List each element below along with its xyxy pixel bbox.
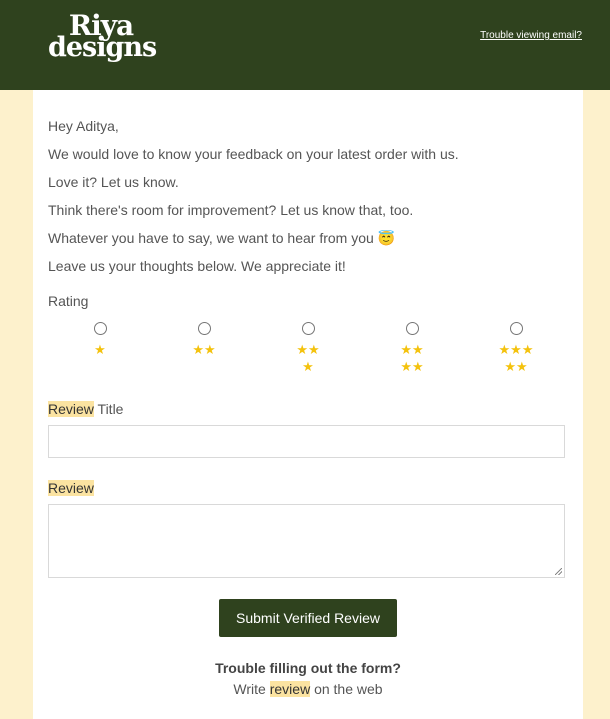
- star-icon-group: ★★: [192, 342, 216, 357]
- email-header: Riya designs Trouble viewing email?: [0, 0, 610, 90]
- rating-radio-3[interactable]: [301, 322, 315, 335]
- review-title-label: Review Title: [48, 401, 123, 417]
- trouble-viewing-link[interactable]: Trouble viewing email?: [480, 30, 582, 41]
- rating-option-2[interactable]: ★★: [152, 320, 256, 380]
- intro-line: We would love to know your feedback on y…: [48, 146, 459, 162]
- rating-radio-5[interactable]: [509, 322, 523, 335]
- footer-answer: Write review on the web: [33, 681, 583, 697]
- star-icon-group: ★★★★: [400, 342, 424, 374]
- rating-radio-1[interactable]: [93, 322, 107, 335]
- greeting: Hey Aditya,: [48, 118, 119, 134]
- footer-question: Trouble filling out the form?: [215, 660, 401, 676]
- star-icon-group: ★★★★★: [498, 342, 534, 374]
- feedback-card: Hey Aditya, We would love to know your f…: [33, 90, 583, 719]
- highlight-text: Review: [48, 401, 94, 417]
- rating-radio-4[interactable]: [405, 322, 419, 335]
- intro-line: Leave us your thoughts below. We appreci…: [48, 258, 346, 274]
- rating-options: ★ ★★ ★★★ ★★★★ ★★★★★: [48, 320, 568, 380]
- intro-line: Whatever you have to say, we want to hea…: [48, 230, 396, 246]
- star-icon-group: ★: [94, 342, 106, 357]
- resize-handle-icon[interactable]: [555, 568, 562, 575]
- label-rest: Title: [93, 401, 124, 417]
- review-label: Review: [48, 480, 94, 496]
- rating-radio-2[interactable]: [197, 322, 211, 335]
- highlight-text: Review: [48, 480, 94, 496]
- star-icon-group: ★★★: [296, 342, 320, 374]
- rating-option-1[interactable]: ★: [48, 320, 152, 380]
- intro-line: Think there's room for improvement? Let …: [48, 202, 414, 218]
- rating-option-3[interactable]: ★★★: [256, 320, 360, 380]
- review-web-link[interactable]: review: [269, 681, 311, 697]
- footer-text: on the web: [310, 681, 383, 697]
- brand-logo[interactable]: Riya designs: [48, 12, 157, 68]
- footer-text: Write: [233, 681, 270, 697]
- rating-label: Rating: [48, 293, 89, 309]
- intro-text: Hey Aditya, We would love to know your f…: [48, 112, 568, 280]
- rating-option-4[interactable]: ★★★★: [360, 320, 464, 380]
- intro-line: Love it? Let us know.: [48, 174, 179, 190]
- submit-review-button[interactable]: Submit Verified Review: [219, 599, 397, 637]
- logo-line2: designs: [48, 32, 157, 63]
- rating-option-5[interactable]: ★★★★★: [464, 320, 568, 380]
- review-textarea[interactable]: [48, 504, 565, 578]
- review-title-input[interactable]: [48, 425, 565, 458]
